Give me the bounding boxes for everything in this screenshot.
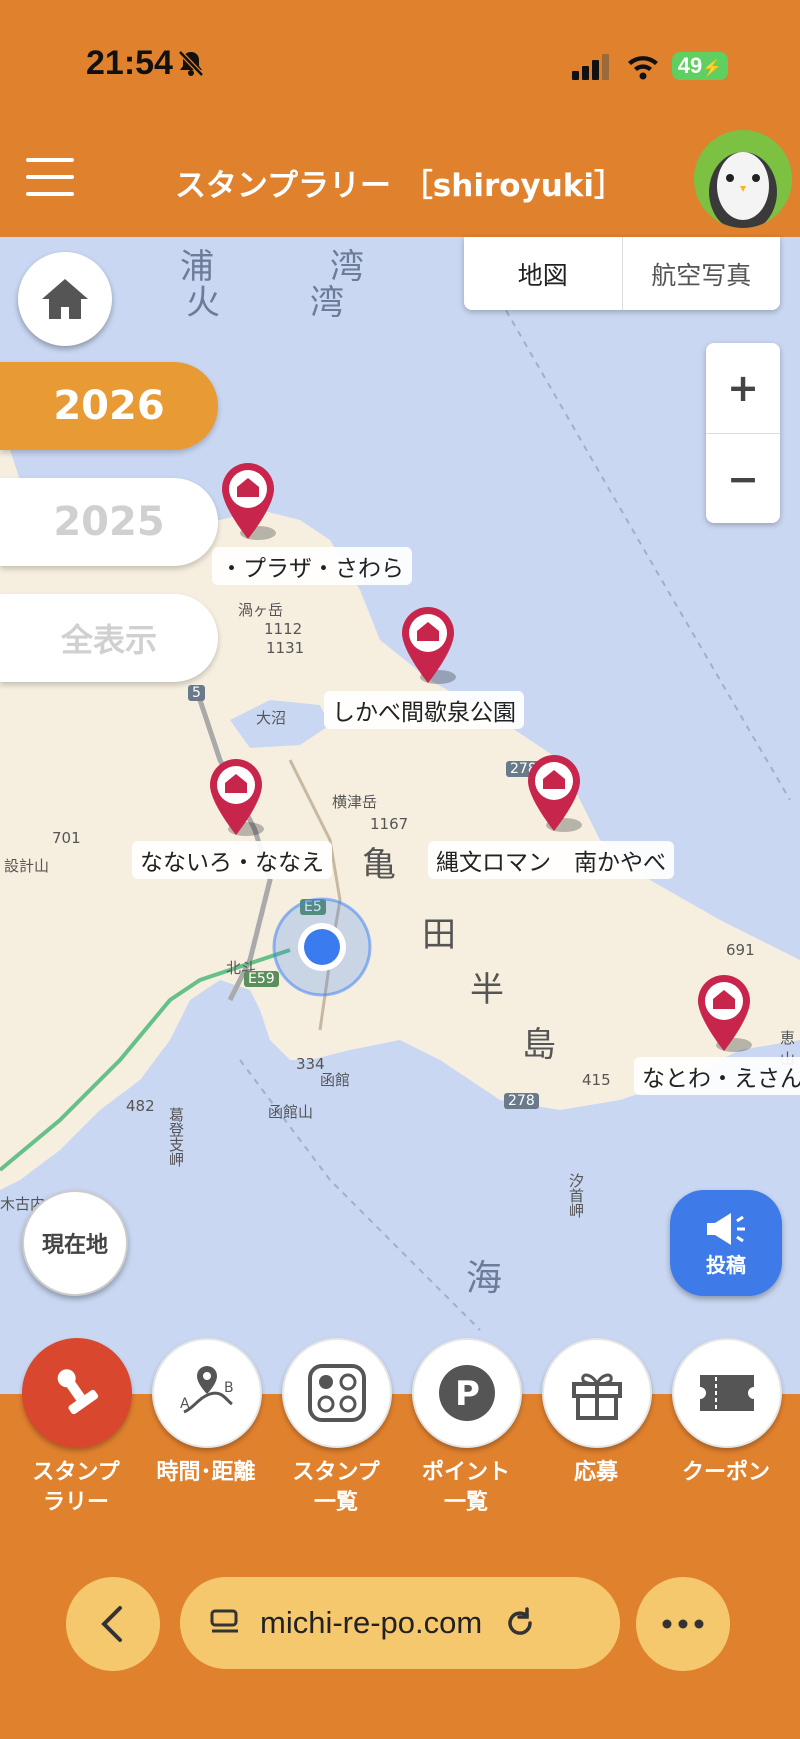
- map-label: 1131: [266, 639, 305, 657]
- zoom-control: + −: [706, 343, 780, 523]
- home-button[interactable]: [18, 252, 112, 346]
- ellipsis-icon: [662, 1619, 704, 1629]
- svg-text:A: A: [180, 1396, 190, 1412]
- signal-icon: [572, 54, 609, 80]
- chevron-left-icon: [101, 1606, 122, 1642]
- points-icon: P: [439, 1365, 495, 1421]
- reload-icon[interactable]: [502, 1605, 538, 1641]
- nav-label: スタンプ 一覧: [292, 1460, 380, 1515]
- battery-indicator: 49⚡: [672, 52, 728, 80]
- nav-icon-wrap: [282, 1338, 392, 1448]
- show-all-button[interactable]: 全表示: [0, 594, 218, 682]
- map-label: 田: [422, 915, 456, 955]
- nav-label: 応募: [573, 1460, 618, 1485]
- map-label: 大沼: [256, 709, 287, 727]
- stamp-location-pin-icon[interactable]: [398, 605, 458, 685]
- map-label: 701: [52, 829, 81, 847]
- status-time: 21:54: [86, 44, 173, 82]
- place-label[interactable]: なとわ・えさん: [634, 1057, 800, 1095]
- map-label: 482: [126, 1097, 155, 1115]
- megaphone-icon: [707, 1212, 745, 1245]
- stamp-location-pin-icon[interactable]: [206, 757, 266, 837]
- nav-coupon[interactable]: クーポン: [672, 1338, 782, 1488]
- locate-label: 現在地: [41, 1233, 108, 1258]
- nav-stamp-rally[interactable]: スタンプ ラリー: [22, 1338, 132, 1518]
- route-icon: AB: [180, 1366, 234, 1414]
- map-label: 島: [522, 1025, 556, 1065]
- place-label[interactable]: 縄文ロマン 南かやべ: [428, 841, 674, 879]
- map-label: 1167: [370, 815, 409, 833]
- nav-icon-wrap: [22, 1338, 132, 1448]
- stamp-location-pin-icon[interactable]: [218, 461, 278, 541]
- nav-icon-wrap: AB: [152, 1338, 262, 1448]
- map-label: 1112: [264, 620, 303, 638]
- map-label: 334: [296, 1055, 325, 1073]
- map-type-aerial-button[interactable]: 航空写真: [621, 237, 781, 310]
- page-menu-icon: [210, 1609, 238, 1633]
- map-label: 亀: [362, 845, 396, 885]
- browser-url: michi-re-po.com: [260, 1605, 483, 1640]
- place-label[interactable]: なないろ・ななえ: [132, 841, 332, 879]
- current-location-marker: [272, 897, 372, 997]
- wifi-icon: [628, 56, 658, 80]
- browser-more-button[interactable]: [636, 1577, 730, 1671]
- nav-points-list[interactable]: P ポイント 一覧: [412, 1338, 522, 1518]
- nav-time-distance[interactable]: AB 時間･距離: [152, 1338, 262, 1488]
- stamp-icon: [57, 1369, 99, 1415]
- post-label: 投稿: [706, 1252, 746, 1277]
- nav-apply[interactable]: 応募: [542, 1338, 652, 1488]
- place-label[interactable]: ・プラザ・さわら: [212, 547, 412, 585]
- map-label: 湾: [310, 283, 344, 323]
- current-location-button[interactable]: 現在地: [22, 1190, 128, 1296]
- road-sign: 278: [504, 1093, 539, 1109]
- map-label: 汐首岬: [567, 1173, 585, 1218]
- gift-icon: [572, 1373, 622, 1420]
- stamp-location-pin-icon[interactable]: [694, 973, 754, 1053]
- avatar[interactable]: [694, 130, 792, 228]
- owl-avatar-icon: [694, 130, 792, 228]
- svg-text:P: P: [455, 1374, 480, 1414]
- nav-icon-wrap: P: [412, 1338, 522, 1448]
- map-label: 渦ヶ岳: [238, 601, 284, 619]
- ticket-icon: [700, 1375, 754, 1411]
- map-label: 半: [470, 970, 504, 1010]
- nav-label: 時間･距離: [156, 1460, 256, 1485]
- svg-text:B: B: [224, 1380, 234, 1396]
- stamp-location-pin-icon[interactable]: [524, 753, 584, 833]
- place-label[interactable]: しかべ間歇泉公園: [324, 691, 524, 729]
- map-label: 函館山: [268, 1103, 314, 1121]
- year-2026-button[interactable]: 2026: [0, 362, 218, 450]
- zoom-out-button[interactable]: −: [706, 433, 780, 524]
- browser-back-button[interactable]: [66, 1577, 160, 1671]
- home-icon: [42, 279, 88, 319]
- map-label: 海: [466, 1258, 503, 1299]
- bell-slash-icon: [178, 50, 204, 77]
- map-label: 691: [726, 941, 755, 959]
- map-type-toggle: 地図 航空写真: [464, 237, 780, 310]
- post-button[interactable]: 投稿: [670, 1190, 782, 1296]
- nav-label: クーポン: [681, 1460, 770, 1485]
- road-sign: 5: [188, 685, 205, 701]
- nav-label: スタンプ ラリー: [32, 1460, 120, 1515]
- map-label: 横津岳: [332, 793, 378, 811]
- zoom-in-button[interactable]: +: [706, 343, 780, 433]
- nav-icon-wrap: [672, 1338, 782, 1448]
- page-title: スタンプラリー ［shiroyuki］: [174, 168, 626, 204]
- map-label: 設計山: [4, 857, 50, 875]
- status-bar: 21:54 49⚡: [0, 0, 800, 130]
- nav-label: ポイント 一覧: [421, 1460, 510, 1515]
- nav-stamp-list[interactable]: スタンプ 一覧: [282, 1338, 392, 1518]
- grid-icon: [308, 1364, 366, 1422]
- map-type-map-button[interactable]: 地図: [464, 237, 622, 310]
- map-label: 葛登支岬: [167, 1107, 185, 1167]
- year-2025-button[interactable]: 2025: [0, 478, 218, 566]
- browser-url-bar[interactable]: michi-re-po.com: [180, 1577, 620, 1669]
- map-label: 火: [186, 283, 220, 323]
- map-label: 415: [582, 1071, 611, 1089]
- nav-icon-wrap: [542, 1338, 652, 1448]
